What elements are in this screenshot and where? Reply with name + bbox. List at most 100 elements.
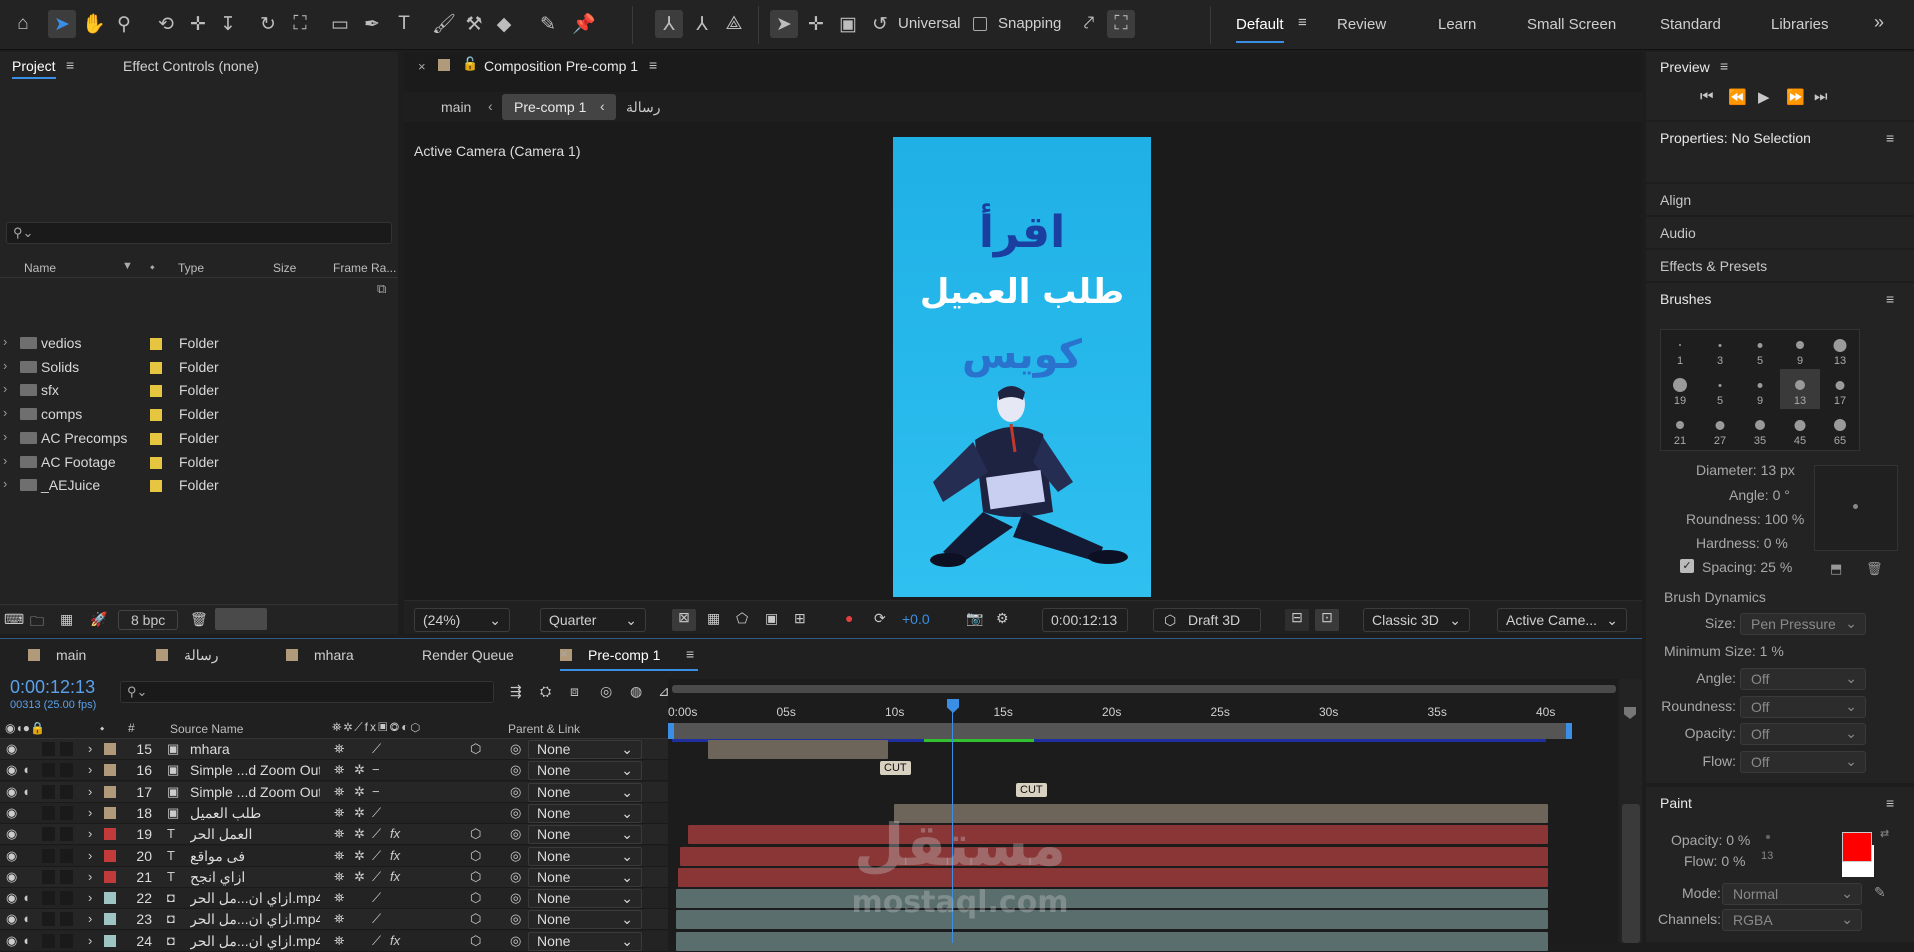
3d-layer-icon[interactable]: ⬡ <box>470 848 481 864</box>
chevron-right-icon[interactable]: › <box>3 429 7 444</box>
chevron-right-icon[interactable]: › <box>88 741 92 756</box>
chevron-right-icon[interactable]: › <box>3 334 7 349</box>
3d-layer-icon[interactable]: ⬡ <box>470 911 481 927</box>
solo-toggle[interactable] <box>42 827 55 842</box>
first-frame-icon[interactable]: ⏮ <box>1700 88 1714 105</box>
channels-dropdown[interactable]: RGBA ⌄ <box>1722 909 1862 931</box>
solo-toggle[interactable] <box>42 912 55 927</box>
eye-icon[interactable]: ◉ <box>6 869 17 885</box>
parent-dropdown[interactable]: None ⌄ <box>528 740 642 759</box>
col-framerate[interactable]: Frame Ra... <box>333 261 396 275</box>
label-color-swatch[interactable] <box>150 480 162 493</box>
layer-name[interactable]: العمل الحر <box>190 826 320 843</box>
layer-label-swatch[interactable] <box>104 934 116 947</box>
reset-exposure-icon[interactable]: ⟳ <box>874 610 886 627</box>
brush-tip[interactable]: 65 <box>1820 409 1860 449</box>
more-workspaces-icon[interactable]: » <box>1874 12 1884 33</box>
fx-icon[interactable]: fx <box>390 848 400 863</box>
roto-brush-icon[interactable]: ✎ <box>534 10 562 38</box>
brush-tip[interactable]: 19 <box>1660 369 1700 409</box>
layer-row[interactable]: ◉ › 21 T ازاي انجح ⛯ ✲ ⟋ fx ⬡ ◎ None ⌄ <box>0 866 668 888</box>
layer-row[interactable]: ◉ › 20 T فى مواقع ⛯ ✲ ⟋ fx ⬡ ◎ None ⌄ <box>0 845 668 867</box>
clone-stamp-icon[interactable]: ⚒ <box>460 10 488 38</box>
parent-dropdown[interactable]: None ⌄ <box>528 761 642 781</box>
quality-icon[interactable]: ⟋ <box>372 933 381 949</box>
parent-dropdown[interactable]: None ⌄ <box>528 910 642 930</box>
dynamics-dropdown[interactable]: Pen Pressure ⌄ <box>1740 613 1866 635</box>
workspace-default[interactable]: Default <box>1236 16 1284 43</box>
workspace-small-screen[interactable]: Small Screen <box>1527 16 1616 33</box>
layer-name[interactable]: ازاي ان...مل الحر.mp4 <box>190 933 320 950</box>
zoom-tool-icon[interactable]: ⚲ <box>110 10 138 38</box>
work-area-bar[interactable] <box>672 723 1566 739</box>
3d-layer-icon[interactable]: ⬡ <box>470 933 481 949</box>
lock-icon[interactable]: 🔓 <box>462 56 478 72</box>
chevron-right-icon[interactable]: › <box>88 784 92 799</box>
collapse-icon[interactable]: ✲ <box>354 848 365 864</box>
3d-layer-icon[interactable]: ⬡ <box>470 741 481 757</box>
workspace-learn[interactable]: Learn <box>1438 16 1476 33</box>
extended-viewer-icon[interactable]: ⊟ <box>1285 609 1309 631</box>
3d-move-icon[interactable]: ✛ <box>802 10 830 38</box>
chevron-right-icon[interactable]: › <box>3 358 7 373</box>
chevron-right-icon[interactable]: › <box>3 381 7 396</box>
pickwhip-icon[interactable]: ◎ <box>510 784 521 800</box>
shy-icon[interactable]: ⛯ <box>334 890 344 906</box>
layer-label-swatch[interactable] <box>104 870 116 883</box>
cut-marker[interactable]: CUT <box>1016 782 1047 797</box>
layer-label-swatch[interactable] <box>104 764 116 777</box>
audio-icon[interactable]: ◖ <box>22 890 30 905</box>
fx-icon[interactable]: fx <box>390 933 400 948</box>
timecode-field[interactable]: 0:00:12:13 <box>1042 608 1128 632</box>
layer-label-swatch[interactable] <box>104 806 116 819</box>
layer-row[interactable]: ◉ ◖ › 17 ▣ Simple ...d Zoom Out ⛯ ✲ − ◎ … <box>0 781 668 803</box>
fx-icon[interactable]: fx <box>390 826 400 841</box>
view-dropdown[interactable]: Active Came... ⌄ <box>1497 608 1627 632</box>
swap-colors-icon[interactable]: ⇄ <box>1880 827 1889 840</box>
brush-tip[interactable]: 9 <box>1740 369 1780 409</box>
anchor-tool-icon[interactable]: ⛶ <box>286 10 314 38</box>
brush-tip[interactable]: 21 <box>1660 409 1700 449</box>
quality-icon[interactable]: ⟋ <box>372 741 381 757</box>
work-area-scroll[interactable] <box>672 685 1616 693</box>
label-color-swatch[interactable] <box>150 456 162 469</box>
hand-tool-icon[interactable]: ✋ <box>80 10 108 38</box>
scroll-thumb[interactable] <box>1622 804 1640 943</box>
workspace-review[interactable]: Review <box>1337 16 1386 33</box>
workspace-libraries[interactable]: Libraries <box>1771 16 1829 33</box>
layer-row[interactable]: ◉ ◖ › 16 ▣ Simple ...d Zoom Out ⛯ ✲ − ◎ … <box>0 760 668 782</box>
frame-blend-icon[interactable]: ◎ <box>600 683 612 700</box>
audio-icon[interactable]: ◖ <box>22 784 30 799</box>
collapse-icon[interactable]: ✲ <box>354 762 365 778</box>
layer-name[interactable]: Simple ...d Zoom Out <box>190 784 320 800</box>
workspace-standard[interactable]: Standard <box>1660 16 1721 33</box>
rotate-tool-icon[interactable]: ↻ <box>254 10 282 38</box>
project-item[interactable]: › Solids Folder <box>0 356 398 380</box>
project-search-input[interactable]: ⚲⌄ <box>6 222 392 244</box>
lock-toggle[interactable] <box>60 848 73 863</box>
snap-feature-icon[interactable]: ⤤ <box>1075 10 1103 38</box>
layer-name[interactable]: mhara <box>190 741 320 757</box>
shy-icon[interactable]: ⛯ <box>334 784 344 800</box>
pickwhip-icon[interactable]: ◎ <box>510 890 521 906</box>
timeline-menu-icon[interactable]: ≡ <box>686 646 694 662</box>
breadcrumb-precomp[interactable]: Pre-comp 1 <box>502 94 616 120</box>
chevron-right-icon[interactable]: › <box>88 890 92 905</box>
comp-tab-title[interactable]: Composition Pre-comp 1 <box>484 58 638 74</box>
eye-icon[interactable]: ◉ <box>6 933 17 949</box>
color-swatch[interactable] <box>215 608 267 630</box>
brush-tip[interactable]: 1 <box>1660 329 1700 369</box>
selection-tool-icon[interactable]: ➤ <box>48 10 76 38</box>
collapse-icon[interactable]: ✲ <box>354 805 365 821</box>
solo-toggle[interactable] <box>42 869 55 884</box>
chevron-right-icon[interactable]: › <box>88 805 92 820</box>
pickwhip-icon[interactable]: ◎ <box>510 911 521 927</box>
quality-icon[interactable]: ⟋ <box>372 826 381 842</box>
lock-toggle[interactable] <box>60 827 73 842</box>
pickwhip-icon[interactable]: ◎ <box>510 933 521 949</box>
preview-menu-icon[interactable]: ≡ <box>1720 58 1728 74</box>
puppet-pin-icon[interactable]: 📌 <box>570 10 598 38</box>
project-item[interactable]: › _AEJuice Folder <box>0 474 398 498</box>
timeline-search-input[interactable]: ⚲⌄ <box>120 681 494 703</box>
shy-icon[interactable]: ⛯ <box>334 869 344 885</box>
